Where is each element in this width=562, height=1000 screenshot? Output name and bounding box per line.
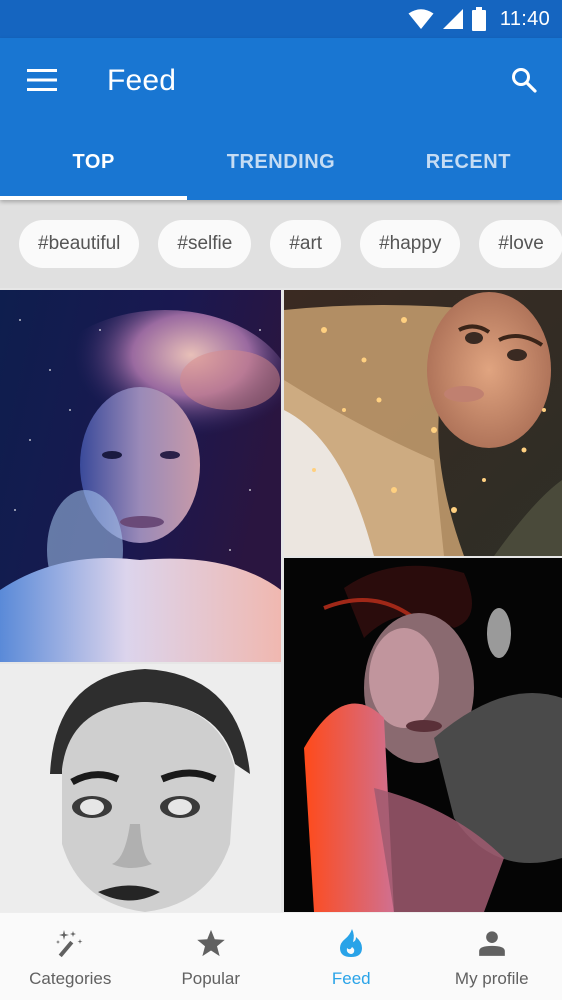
cell-signal-icon bbox=[442, 8, 464, 30]
search-button[interactable] bbox=[504, 62, 544, 102]
nav-item-categories[interactable]: Categories bbox=[0, 913, 141, 1000]
photo-grid bbox=[0, 288, 562, 912]
galaxy-portrait-image bbox=[0, 290, 281, 662]
nav-label: Feed bbox=[331, 969, 371, 988]
status-bar: 11:40 bbox=[0, 0, 562, 38]
toolbar: Feed bbox=[0, 38, 562, 126]
sparkle-selfie-image bbox=[284, 290, 562, 556]
hashtag-chip-beautiful[interactable]: #beautiful bbox=[19, 220, 140, 268]
hashtag-chip-track: #beautiful #selfie #art #happy #love bbox=[19, 220, 562, 268]
nav-label: My profile bbox=[454, 969, 529, 988]
photo-tile[interactable] bbox=[0, 290, 281, 662]
magic-wand-icon bbox=[54, 927, 86, 959]
sketch-portrait-image bbox=[0, 664, 281, 912]
hashtag-chip-selfie[interactable]: #selfie bbox=[158, 220, 252, 268]
battery-icon bbox=[471, 7, 486, 31]
search-icon bbox=[511, 67, 537, 98]
hashtag-chip-love[interactable]: #love bbox=[479, 220, 562, 268]
hashtag-chip-art[interactable]: #art bbox=[270, 220, 342, 268]
page-title: Feed bbox=[107, 64, 177, 97]
hashtag-chip-row[interactable]: #beautiful #selfie #art #happy #love bbox=[0, 200, 562, 288]
app-bar: Feed TOP TRENDING RECENT bbox=[0, 38, 562, 200]
person-icon bbox=[476, 927, 508, 959]
nav-label: Categories bbox=[29, 969, 112, 988]
flame-icon bbox=[335, 927, 367, 959]
tab-trending[interactable]: TRENDING bbox=[187, 126, 374, 200]
nav-item-feed[interactable]: Feed bbox=[281, 913, 422, 1000]
wifi-icon bbox=[408, 8, 434, 30]
nav-label: Popular bbox=[181, 969, 241, 988]
clock: 11:40 bbox=[499, 7, 550, 30]
hamburger-menu-icon bbox=[27, 68, 57, 96]
hashtag-chip-happy[interactable]: #happy bbox=[360, 220, 461, 268]
photo-tile[interactable] bbox=[0, 664, 281, 912]
tab-top[interactable]: TOP bbox=[0, 126, 188, 200]
red-light-portrait-image bbox=[284, 558, 562, 912]
photo-tile[interactable] bbox=[284, 558, 562, 912]
feed-tabs: TOP TRENDING RECENT bbox=[0, 126, 562, 200]
bottom-navigation: Categories Popular Feed My profile bbox=[0, 912, 562, 1000]
tab-recent[interactable]: RECENT bbox=[375, 126, 562, 200]
star-icon bbox=[195, 927, 227, 959]
menu-button[interactable] bbox=[22, 62, 62, 102]
photo-tile[interactable] bbox=[284, 290, 562, 556]
nav-item-my-profile[interactable]: My profile bbox=[422, 913, 562, 1000]
nav-item-popular[interactable]: Popular bbox=[141, 913, 282, 1000]
